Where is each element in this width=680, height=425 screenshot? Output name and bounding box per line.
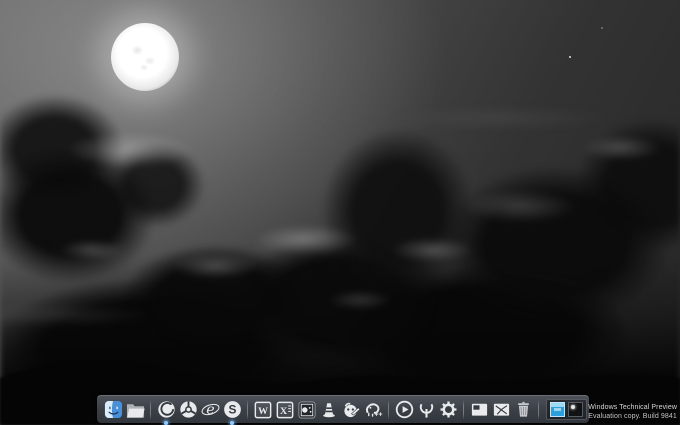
dock-separator [463,399,464,420]
watermark-line2: Evaluation copy. Build 9841 [588,413,677,420]
app-window-cracked-icon[interactable] [491,398,511,422]
window-previews [546,399,587,420]
build-watermark: Windows Technical Preview Evaluation cop… [588,403,677,421]
dock-separator [388,399,389,420]
quake-icon[interactable] [416,398,436,422]
window-preview-inactive[interactable] [568,402,583,417]
dock-separator [247,399,248,420]
word-icon[interactable]: W [253,398,273,422]
dock: e S W X ++ [97,395,589,425]
running-indicator [230,420,234,425]
internet-explorer-icon[interactable]: e [200,398,220,422]
app-window-icon[interactable] [469,398,489,422]
dock-separator [538,399,539,420]
settings-gear-icon[interactable] [438,398,458,422]
recycle-bin-icon[interactable] [513,398,533,422]
running-indicator [164,420,168,425]
notepad-plus-plus-icon[interactable]: ++ [363,398,383,422]
gimp-icon[interactable] [341,398,361,422]
firefox-icon[interactable] [156,398,176,425]
desktop: e S W X ++ Windows Technical Preview Eva… [0,0,680,425]
finder-icon[interactable] [103,398,123,422]
skype-icon[interactable]: S [222,398,242,425]
dock-separator [150,399,151,420]
photo-viewer-icon[interactable] [297,398,317,422]
vlc-icon[interactable] [319,398,339,422]
svg-text:X: X [280,405,288,416]
window-preview-active[interactable] [550,402,565,417]
svg-text:W: W [258,405,268,416]
excel-icon[interactable]: X [275,398,295,422]
folder-icon[interactable] [125,398,145,422]
svg-text:++: ++ [374,411,382,419]
svg-text:S: S [228,403,236,417]
media-player-icon[interactable] [394,398,414,422]
watermark-line1: Windows Technical Preview [588,404,677,411]
chrome-icon[interactable] [178,398,198,422]
